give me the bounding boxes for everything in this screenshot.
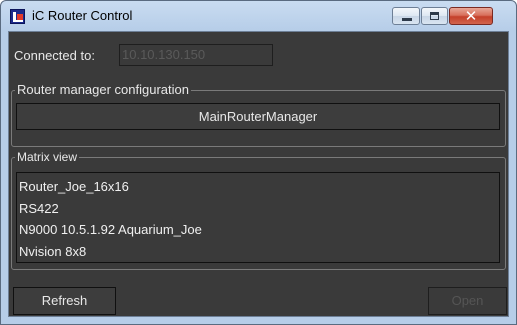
maximize-icon [430,12,439,20]
list-item[interactable]: RS422 [17,198,499,220]
list-item[interactable]: Router_Joe_16x16 [17,176,499,198]
close-icon: ✕ [464,7,478,25]
matrix-view-group: Matrix view Router_Joe_16x16 RS422 N9000… [11,150,506,270]
client-area: Connected to: 10.10.130.150 Router manag… [8,31,509,317]
title-bar[interactable]: iC Router Control ✕ [1,1,516,31]
minimize-icon [402,18,412,21]
connected-to-field: 10.10.130.150 [119,44,273,66]
router-manager-config-group: Router manager configuration MainRouterM… [11,82,506,147]
app-icon[interactable] [10,9,25,24]
window-title: iC Router Control [32,8,133,23]
matrix-view-title: Matrix view [15,150,80,164]
matrix-list[interactable]: Router_Joe_16x16 RS422 N9000 10.5.1.92 A… [16,172,500,263]
app-window: iC Router Control ✕ Connected to: 10.10.… [0,0,517,325]
open-button[interactable]: Open [428,287,507,315]
list-item[interactable]: N9000 10.5.1.92 Aquarium_Joe [17,219,499,241]
maximize-button[interactable] [421,7,448,25]
list-item[interactable]: Nvision 8x8 [17,241,499,263]
refresh-button[interactable]: Refresh [13,287,116,315]
close-button[interactable]: ✕ [449,7,493,25]
connected-to-label: Connected to: [14,48,95,63]
minimize-button[interactable] [392,7,420,25]
router-manager-button[interactable]: MainRouterManager [16,103,500,130]
router-manager-config-title: Router manager configuration [15,82,191,97]
